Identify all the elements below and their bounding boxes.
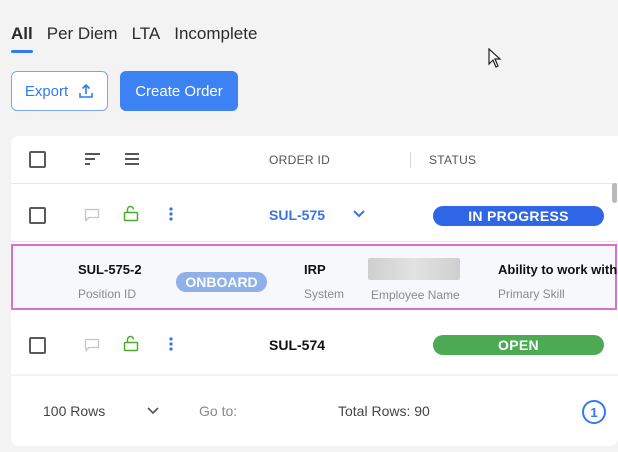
tab-lta[interactable]: LTA [132, 24, 161, 44]
position-id-value: SUL-575-2 [78, 262, 142, 277]
employee-name-label: Employee Name [371, 288, 460, 302]
rows-per-page-select[interactable]: 100 Rows [43, 403, 105, 419]
total-rows: Total Rows: 90 [338, 403, 430, 419]
primary-skill-value: Ability to work with [498, 262, 618, 277]
comment-icon[interactable] [84, 208, 100, 222]
more-vertical-icon[interactable] [168, 207, 174, 221]
comment-icon[interactable] [84, 338, 100, 352]
grid-header: ORDER ID STATUS [11, 136, 618, 184]
header-status[interactable]: STATUS [429, 153, 476, 167]
upload-icon [79, 83, 93, 98]
chevron-down-icon[interactable] [147, 407, 159, 415]
menu-icon[interactable] [125, 152, 139, 166]
page-number-button[interactable]: 1 [582, 400, 606, 424]
tab-all[interactable]: All [11, 24, 33, 53]
cursor-icon [488, 48, 502, 68]
primary-skill-label: Primary Skill [498, 287, 565, 301]
employee-name-redacted [368, 258, 460, 280]
vertical-scrollbar[interactable] [611, 182, 618, 372]
tab-bar: All Per Diem LTA Incomplete [11, 24, 257, 53]
tab-incomplete[interactable]: Incomplete [174, 24, 257, 44]
status-badge: OPEN [433, 335, 604, 355]
table-row[interactable]: SUL-575 IN PROGRESS [11, 184, 618, 242]
column-divider[interactable] [410, 152, 411, 168]
more-vertical-icon[interactable] [168, 337, 174, 351]
unlock-icon[interactable] [123, 335, 139, 352]
system-label: System [304, 287, 345, 301]
status-badge: IN PROGRESS [433, 206, 604, 226]
order-id-link[interactable]: SUL-574 [269, 337, 325, 353]
table-row[interactable]: SUL-574 OPEN [11, 313, 618, 374]
orders-grid: ORDER ID STATUS SUL-575 IN PROGRESS SUL-… [11, 136, 618, 374]
position-detail-row[interactable]: SUL-575-2 Position ID ONBOARD IRP System… [11, 244, 617, 310]
export-button[interactable]: Export [11, 71, 108, 111]
create-order-button[interactable]: Create Order [120, 71, 238, 111]
pagination-bar: 100 Rows Go to: Total Rows: 90 1 [11, 376, 618, 446]
scrollbar-thumb[interactable] [612, 183, 617, 203]
goto-label: Go to: [199, 403, 238, 419]
position-id-label: Position ID [78, 287, 137, 301]
unlock-icon[interactable] [123, 205, 139, 222]
row-checkbox[interactable] [29, 337, 46, 354]
export-label: Export [24, 82, 69, 100]
system-value: IRP [304, 262, 326, 277]
header-order-id[interactable]: ORDER ID [269, 153, 330, 167]
order-id-link[interactable]: SUL-575 [269, 207, 325, 223]
sort-icon[interactable] [85, 152, 101, 166]
chevron-down-icon[interactable] [353, 210, 365, 218]
row-checkbox[interactable] [29, 207, 46, 224]
onboard-badge: ONBOARD [176, 272, 267, 292]
tab-per-diem[interactable]: Per Diem [47, 24, 118, 44]
select-all-checkbox[interactable] [29, 151, 46, 168]
